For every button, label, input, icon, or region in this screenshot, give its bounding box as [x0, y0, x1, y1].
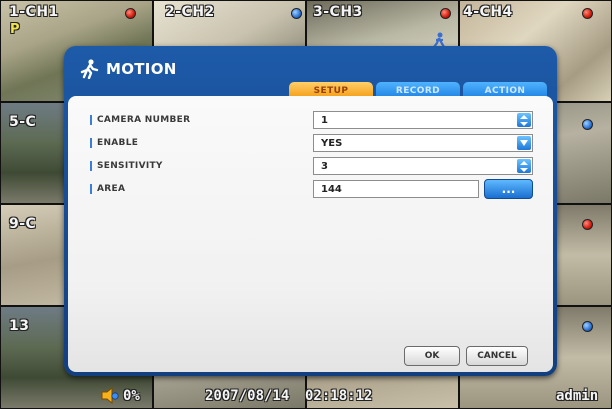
area-row: AREA [90, 179, 125, 199]
camera-label-5: 5-C [9, 114, 37, 130]
time-display: 02:18:12 [305, 388, 373, 404]
user-name: admin [556, 388, 599, 404]
motion-status-dot [582, 119, 593, 130]
camera-label-1: 1-CH1 [9, 4, 59, 20]
camera-label-4: 4-CH4 [463, 4, 513, 20]
volume-level: 0% [123, 388, 140, 404]
spin-up-down-button[interactable] [517, 113, 531, 127]
dialog-title-text: MOTION [106, 60, 177, 78]
sensitivity-label: SENSITIVITY [97, 161, 163, 171]
motion-dialog: MOTION SETUP RECORD ACTION CAMERA NUMBER… [64, 46, 557, 376]
sensitivity-row: SENSITIVITY [90, 156, 163, 176]
row-marker [90, 184, 92, 194]
sensitivity-spinner[interactable]: 3 [313, 157, 533, 175]
camera-number-row: CAMERA NUMBER [90, 110, 190, 130]
record-status-dot [440, 8, 451, 19]
cancel-button[interactable]: CANCEL [466, 346, 528, 366]
record-status-dot [125, 8, 136, 19]
dropdown-button[interactable] [517, 136, 531, 150]
up-down-arrows-icon [520, 114, 528, 126]
motion-status-dot [582, 321, 593, 332]
camera-label-13: 13 [9, 318, 30, 334]
row-marker [90, 161, 92, 171]
dialog-title: MOTION [78, 59, 177, 79]
ok-button[interactable]: OK [404, 346, 460, 366]
area-field: 144 [313, 180, 479, 198]
area-edit-button[interactable]: ... [484, 179, 533, 199]
up-down-arrows-icon [520, 160, 528, 172]
enable-row: ENABLE [90, 133, 138, 153]
spin-up-down-button[interactable] [517, 159, 531, 173]
area-label: AREA [97, 184, 126, 194]
enable-select[interactable]: YES [313, 134, 533, 152]
camera-number-value: 1 [321, 114, 328, 126]
enable-value: YES [321, 137, 343, 149]
camera-number-label: CAMERA NUMBER [97, 115, 191, 125]
chevron-down-icon [520, 140, 528, 146]
settings-panel: CAMERA NUMBER 1 ENABLE YES SENSITIVITY 3… [68, 96, 553, 372]
camera-number-spinner[interactable]: 1 [313, 111, 533, 129]
camera-label-2: 2-CH2 [165, 4, 215, 20]
speaker-muted-icon[interactable] [101, 387, 119, 404]
camera-label-3: 3-CH3 [313, 4, 363, 20]
record-status-dot [582, 219, 593, 230]
row-marker [90, 115, 92, 125]
camera-label-9: 9-C [9, 216, 37, 232]
date-display: 2007/08/14 [205, 388, 290, 404]
record-status-dot [582, 8, 593, 19]
motion-status-dot [291, 8, 302, 19]
enable-label: ENABLE [97, 138, 139, 148]
p-indicator: P [10, 22, 20, 37]
sensitivity-value: 3 [321, 160, 328, 172]
row-marker [90, 138, 92, 148]
running-person-icon [80, 59, 99, 79]
area-value: 144 [321, 183, 342, 195]
